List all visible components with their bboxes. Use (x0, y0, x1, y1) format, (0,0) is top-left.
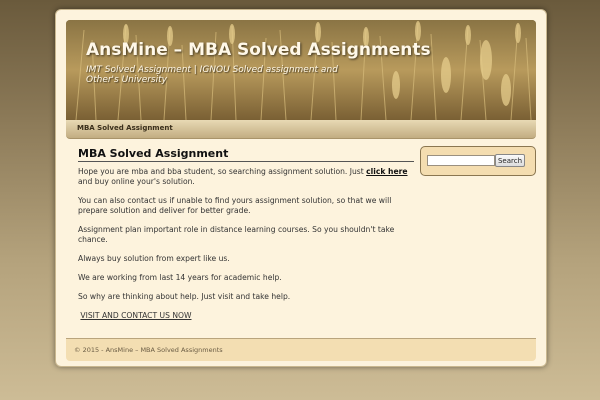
site-header: AnsMine – MBA Solved Assignments IMT Sol… (66, 20, 536, 120)
paragraph-intro: Hope you are mba and bba student, so sea… (78, 167, 414, 187)
site-title[interactable]: AnsMine – MBA Solved Assignments (86, 40, 431, 60)
paragraph-text: and buy online your's solution. (78, 177, 195, 186)
click-here-link[interactable]: click here (366, 167, 407, 176)
paragraph-contact: You can also contact us if unable to fin… (78, 196, 392, 215)
search-button[interactable]: Search (495, 154, 525, 167)
page-title: MBA Solved Assignment (78, 147, 414, 162)
search-widget: Search (420, 146, 536, 176)
paragraph-help: So why are thinking about help. Just vis… (78, 292, 291, 301)
paragraph-experience: We are working from last 14 years for ac… (78, 273, 282, 282)
page-wrapper: AnsMine – MBA Solved Assignments IMT Sol… (55, 9, 547, 367)
paragraph-expert: Always buy solution from expert like us. (78, 254, 230, 263)
main-content: MBA Solved Assignment Hope you are mba a… (78, 147, 414, 330)
visit-contact-link[interactable]: VISIT AND CONTACT US NOW (80, 311, 191, 320)
paragraph-importance: Assignment plan important role in distan… (78, 225, 395, 244)
site-footer: © 2015 - AnsMine – MBA Solved Assignment… (66, 338, 536, 361)
paragraph-text: Hope you are mba and bba student, so sea… (78, 167, 367, 176)
search-input[interactable] (427, 155, 495, 166)
footer-copyright: © 2015 - AnsMine – MBA Solved Assignment… (74, 346, 223, 354)
site-tagline: IMT Solved Assignment | IGNOU Solved ass… (86, 65, 338, 85)
nav-item-mba-solved-assignment[interactable]: MBA Solved Assignment (77, 124, 173, 132)
main-nav: MBA Solved Assignment (66, 120, 536, 139)
paragraph-visit: VISIT AND CONTACT US NOW (78, 311, 414, 321)
